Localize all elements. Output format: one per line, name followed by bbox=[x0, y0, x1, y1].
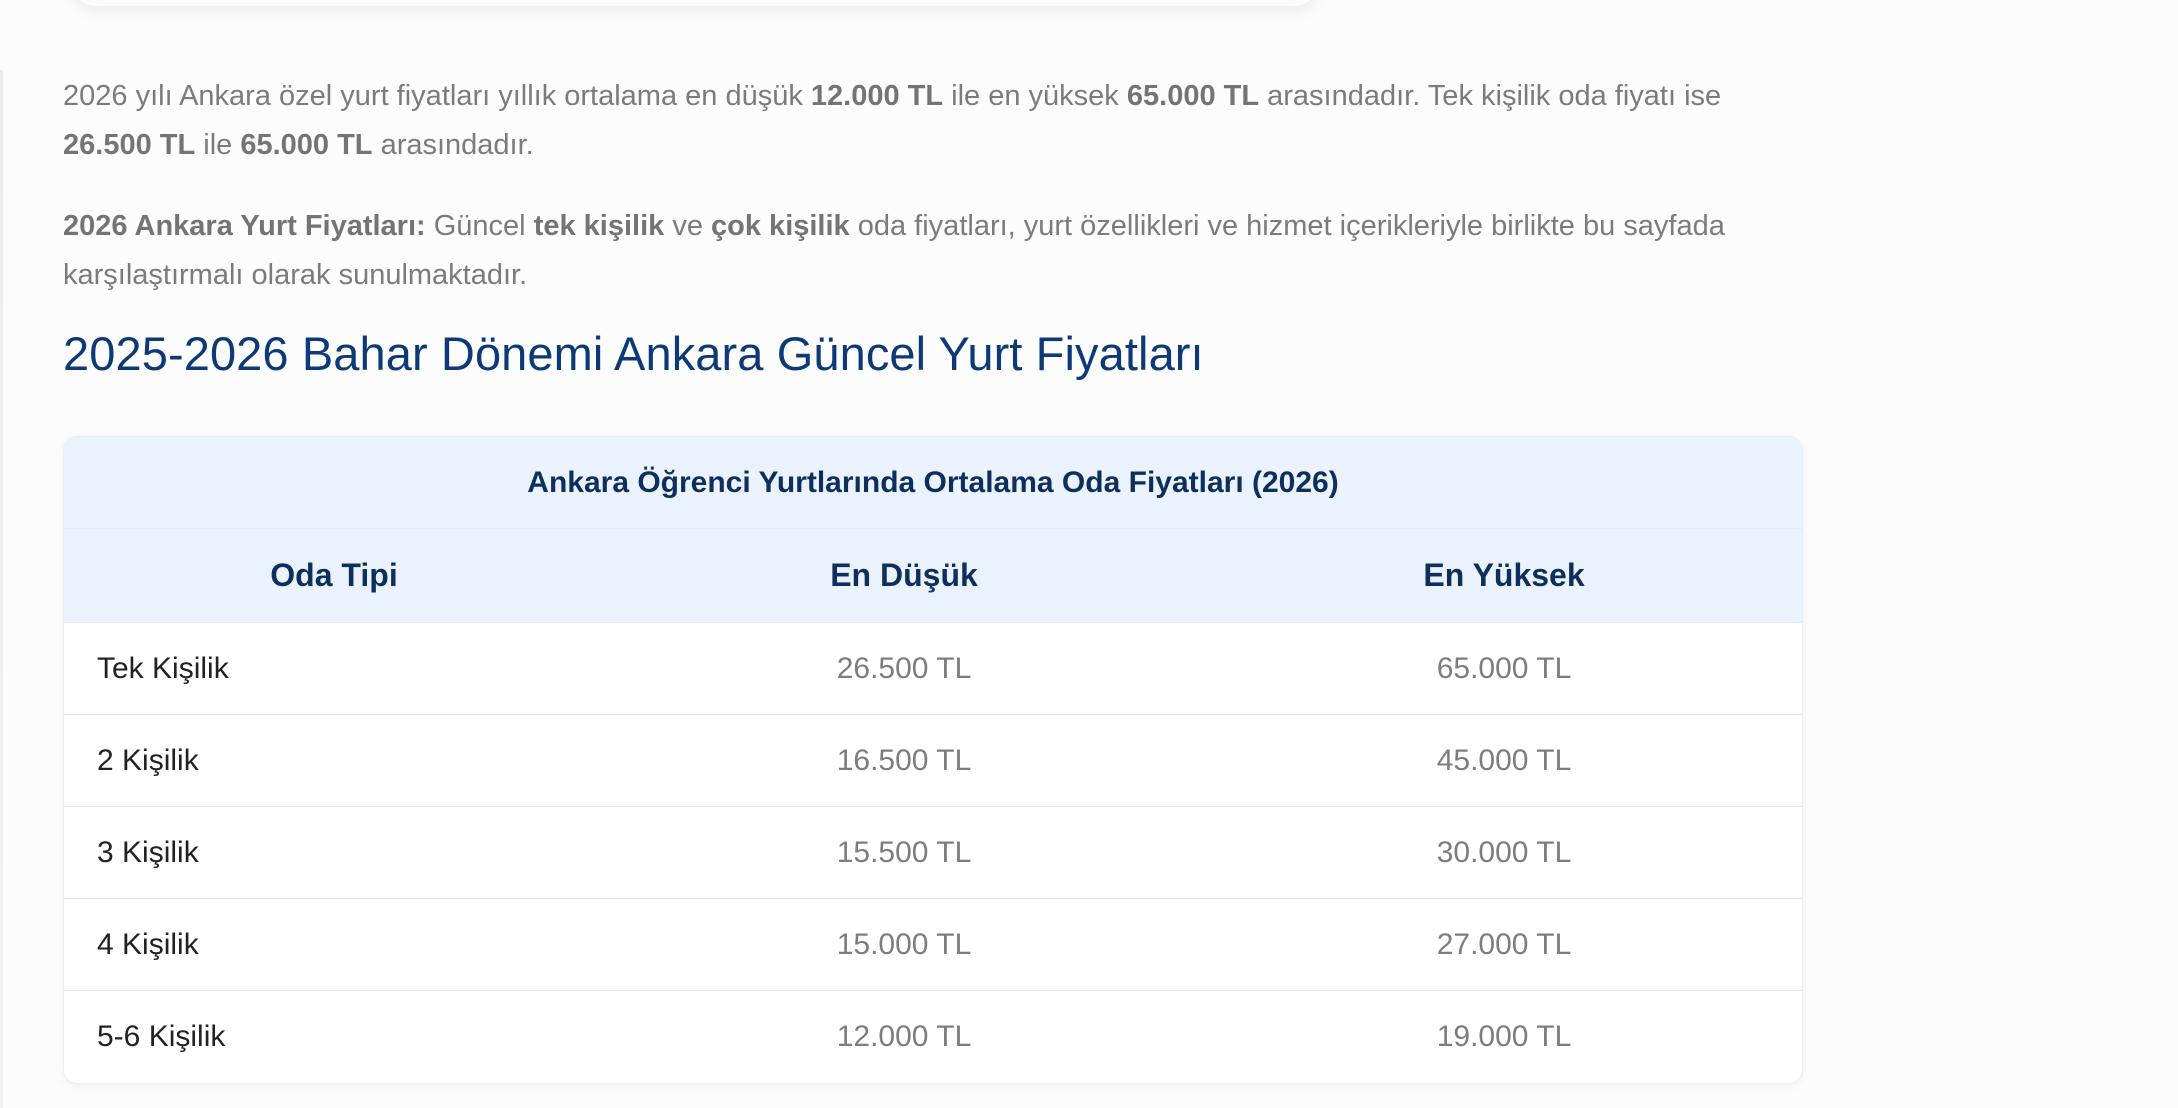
intro-paragraph-1: 2026 yılı Ankara özel yurt fiyatları yıl… bbox=[63, 72, 1803, 170]
table-row: 4 Kişilik 15.000 TL 27.000 TL bbox=[64, 899, 1802, 991]
column-header-min: En Düşük bbox=[830, 557, 978, 593]
room-type-cell: 4 Kişilik bbox=[97, 927, 199, 961]
intro-bold: 2026 Ankara Yurt Fiyatları: bbox=[63, 210, 426, 242]
intro-text: 2026 yılı Ankara özel yurt fiyatları yıl… bbox=[63, 80, 811, 112]
intro-bold: çok kişilik bbox=[711, 210, 850, 242]
intro-text: ile bbox=[195, 129, 241, 161]
table-caption: Ankara Öğrenci Yurtlarında Ortalama Oda … bbox=[64, 437, 1802, 529]
min-price-cell: 26.500 TL bbox=[836, 651, 972, 685]
max-price-cell: 19.000 TL bbox=[1436, 1020, 1572, 1053]
min-price-cell: 16.500 TL bbox=[836, 743, 972, 777]
intro-bold: 65.000 TL bbox=[1126, 80, 1260, 112]
intro-bold: 26.500 TL bbox=[63, 129, 196, 161]
table-row: 3 Kişilik 15.500 TL 30.000 TL bbox=[64, 807, 1802, 899]
intro-text: arasındadır. Tek kişilik oda fiyatı ise bbox=[1259, 80, 1722, 112]
intro-bold: 12.000 TL bbox=[810, 80, 944, 112]
header-shadow bbox=[70, 0, 1320, 6]
table-row: 5-6 Kişilik 12.000 TL 19.000 TL bbox=[64, 991, 1802, 1083]
intro-text: ile en yüksek bbox=[943, 80, 1127, 112]
max-price-cell: 30.000 TL bbox=[1436, 835, 1572, 869]
intro-text: Güncel bbox=[425, 210, 534, 242]
column-header-max: En Yüksek bbox=[1423, 557, 1585, 593]
intro-paragraph-2: 2026 Ankara Yurt Fiyatları: Güncel tek k… bbox=[63, 202, 1803, 300]
max-price-cell: 27.000 TL bbox=[1436, 927, 1572, 961]
article-content: 2026 yılı Ankara özel yurt fiyatları yıl… bbox=[63, 72, 1803, 1084]
room-type-cell: 3 Kişilik bbox=[97, 835, 199, 869]
room-type-cell: 5-6 Kişilik bbox=[97, 1020, 226, 1053]
room-type-cell: Tek Kişilik bbox=[97, 651, 229, 685]
intro-text: ve bbox=[664, 210, 712, 242]
intro-text: arasındadır. bbox=[372, 129, 534, 161]
column-header-room-type: Oda Tipi bbox=[270, 557, 398, 593]
max-price-cell: 65.000 TL bbox=[1436, 651, 1572, 685]
intro-bold: tek kişilik bbox=[533, 210, 665, 242]
max-price-cell: 45.000 TL bbox=[1436, 743, 1572, 777]
table-header-row: Oda Tipi En Düşük En Yüksek bbox=[64, 529, 1802, 623]
table-row: Tek Kişilik 26.500 TL 65.000 TL bbox=[64, 623, 1802, 715]
min-price-cell: 12.000 TL bbox=[836, 1020, 972, 1053]
left-border bbox=[0, 70, 3, 1108]
table-row: 2 Kişilik 16.500 TL 45.000 TL bbox=[64, 715, 1802, 807]
room-type-cell: 2 Kişilik bbox=[97, 743, 199, 777]
min-price-cell: 15.500 TL bbox=[836, 835, 972, 869]
price-table: Ankara Öğrenci Yurtlarında Ortalama Oda … bbox=[63, 436, 1803, 1084]
section-heading: 2025-2026 Bahar Dönemi Ankara Güncel Yur… bbox=[63, 327, 1204, 380]
min-price-cell: 15.000 TL bbox=[836, 927, 972, 961]
intro-bold: 65.000 TL bbox=[240, 129, 373, 161]
